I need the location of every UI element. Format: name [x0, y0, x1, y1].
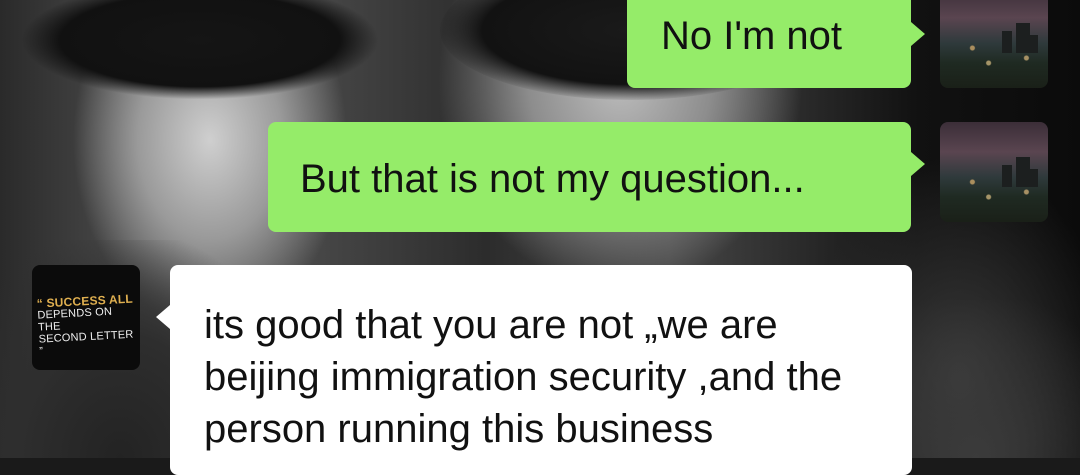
avatar-quote-text: “ SUCCESS ALL DEPENDS ON THE SECOND LETT… — [36, 292, 139, 358]
avatar-quote-line: SECOND LETTER ” — [38, 328, 134, 358]
contact-avatar[interactable]: “ SUCCESS ALL DEPENDS ON THE SECOND LETT… — [32, 265, 140, 370]
message-text: its good that you are not „we are beijin… — [204, 303, 843, 451]
message-bubble-received[interactable]: its good that you are not „we are beijin… — [156, 265, 912, 475]
avatar-building — [1002, 31, 1012, 53]
avatar-building — [1002, 165, 1012, 187]
message-text: But that is not my question... — [300, 157, 805, 201]
message-bubble-sent[interactable]: No I'm not — [627, 0, 925, 88]
message-text: No I'm not — [661, 14, 843, 58]
avatar-building — [1016, 157, 1030, 187]
self-avatar[interactable] — [940, 122, 1048, 222]
avatar-building — [1030, 169, 1038, 187]
avatar-building — [1016, 23, 1030, 53]
avatar-building — [1030, 35, 1038, 53]
self-avatar[interactable] — [940, 0, 1048, 88]
message-bubble-sent[interactable]: But that is not my question... — [268, 122, 925, 232]
